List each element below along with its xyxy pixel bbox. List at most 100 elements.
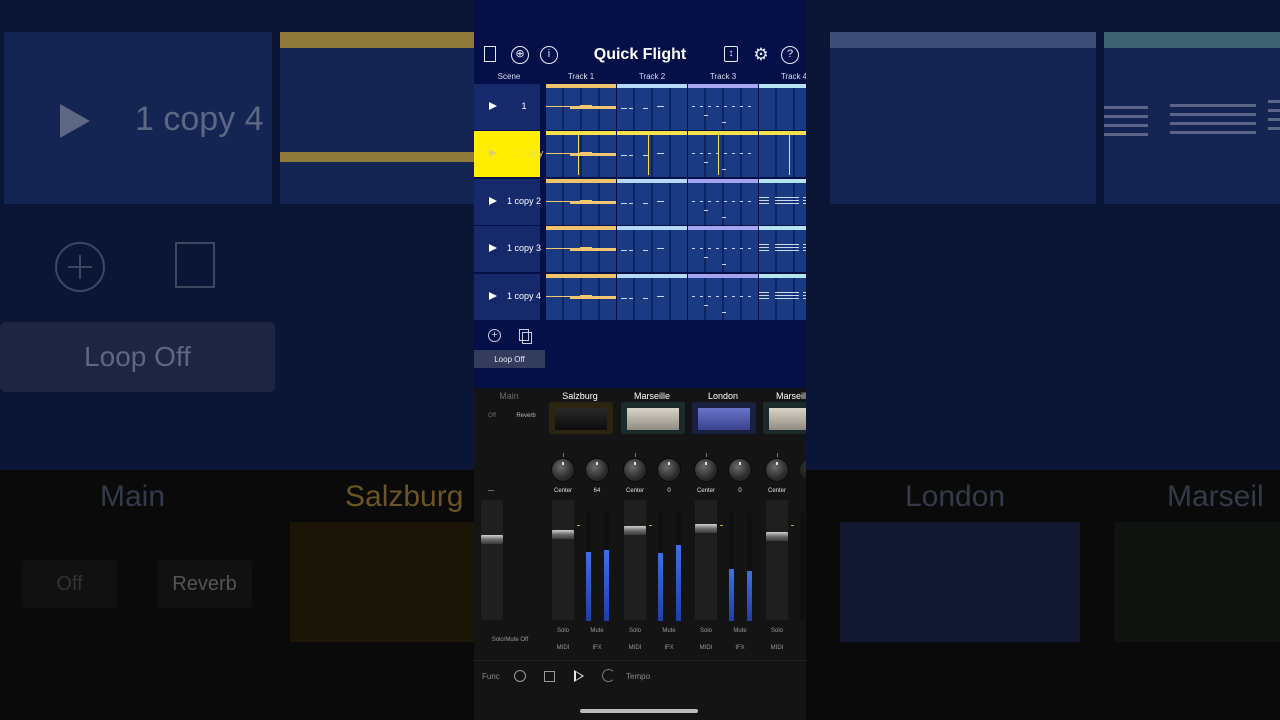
ifx-button[interactable]: IFX [726,645,754,651]
clip-cell[interactable] [759,274,806,320]
channel-name[interactable]: Marseille [759,391,806,401]
fader-track[interactable] [695,500,717,620]
help-icon[interactable]: ? [781,46,799,64]
fader-track[interactable] [552,500,574,620]
clip-cell[interactable] [688,179,758,225]
clip-cell[interactable] [688,131,758,177]
send-knob[interactable] [658,459,680,481]
midi-note [570,153,616,156]
tempo-button[interactable]: Tempo [626,672,650,681]
channel-name-main: Main [499,391,519,401]
column-headers: Scene Track 1 Track 2 Track 3 Track 4 [474,72,806,84]
send-knob[interactable] [729,459,751,481]
record-icon[interactable] [514,670,526,682]
column-header-track[interactable]: Track 3 [688,72,758,81]
fader-knob[interactable] [695,524,717,533]
play-icon[interactable] [489,149,497,157]
clip-cell[interactable] [617,274,687,320]
play-icon[interactable] [489,292,497,300]
midi-button[interactable]: MIDI [621,645,649,651]
fader-track[interactable] [624,500,646,620]
fader-knob[interactable] [624,526,646,536]
clip-cell[interactable] [617,179,687,225]
pan-knob[interactable] [624,459,646,481]
pan-knob[interactable] [695,459,717,481]
instrument-thumbnail[interactable] [763,402,806,434]
clip-grid [688,278,758,320]
solo-button[interactable]: Solo [763,628,791,634]
mute-button[interactable]: Mute [726,628,754,634]
instrument-thumbnail[interactable] [549,402,613,434]
clip-cell[interactable] [546,226,616,272]
send-knob[interactable] [800,459,806,481]
stop-icon[interactable] [544,671,555,682]
clip-cell[interactable] [688,84,758,130]
scene-cell[interactable]: 1 copy [474,131,543,177]
clip-cell[interactable] [617,84,687,130]
clip-cell[interactable] [759,179,806,225]
column-header-track[interactable]: Track 4 [759,72,806,81]
gear-icon[interactable]: ⚙ [752,46,770,64]
func-button[interactable]: Func [482,672,500,681]
scene-cell[interactable]: 1 copy 3 [474,226,541,272]
column-header-track[interactable]: Track 2 [617,72,687,81]
add-scene-icon[interactable]: + [488,329,501,342]
midi-note [643,298,648,299]
midi-button[interactable]: MIDI [692,645,720,651]
bg-stripes [1104,106,1148,142]
main-off-button[interactable]: Off [478,413,506,419]
send-knob[interactable] [586,459,608,481]
clip-cell[interactable] [546,84,616,130]
mute-button[interactable]: Mute [655,628,683,634]
channel-name[interactable]: London [688,391,758,401]
clip-cell[interactable] [617,226,687,272]
channel-name[interactable]: Salzburg [545,391,615,401]
midi-button[interactable]: MIDI [549,645,577,651]
play-icon[interactable] [489,197,497,205]
midi-note [700,296,703,297]
ifx-button[interactable]: IFX [583,645,611,651]
mute-button[interactable]: M [797,628,806,634]
column-header-track[interactable]: Track 1 [546,72,616,81]
clip-cell[interactable] [546,179,616,225]
instrument-thumbnail[interactable] [692,402,756,434]
ifx-button[interactable]: IFX [655,645,683,651]
clip-cell[interactable] [546,131,616,177]
instrument-thumbnail[interactable] [621,402,685,434]
scene-cell[interactable]: 1 copy 4 [474,274,541,320]
pan-knob[interactable] [766,459,788,481]
scene-cell[interactable]: 1 [474,84,540,130]
bg-instrument-image [290,522,474,642]
midi-button[interactable]: MIDI [763,645,791,651]
pan-knob[interactable] [552,459,574,481]
clip-cell[interactable] [546,274,616,320]
main-reverb-button[interactable]: Reverb [512,413,540,419]
play-icon[interactable] [489,244,497,252]
clip-cell[interactable] [617,131,687,177]
duplicate-scene-icon[interactable] [519,329,532,344]
fader-knob[interactable] [766,532,788,542]
solo-button[interactable]: Solo [549,628,577,634]
clip-cell[interactable] [759,131,806,177]
scene-cell[interactable]: 1 copy 2 [474,179,541,225]
clip-cell[interactable] [759,84,806,130]
clip-cell[interactable] [688,226,758,272]
midi-note [546,296,570,297]
solo-button[interactable]: Solo [621,628,649,634]
loop-button[interactable]: Loop Off [474,350,545,368]
main-fader-track[interactable] [481,500,503,620]
fader-track[interactable] [766,500,788,620]
fader-knob[interactable] [552,530,574,539]
mute-button[interactable]: Mute [583,628,611,634]
solo-mute-off-button[interactable]: Solo/Mute Off [480,637,540,643]
clip-cell[interactable] [759,226,806,272]
solo-button[interactable]: Solo [692,628,720,634]
play-icon[interactable] [489,102,497,110]
scene-name: 1 copy 2 [506,196,542,206]
play-icon[interactable] [574,670,584,682]
clip-cell[interactable] [688,274,758,320]
channel-name[interactable]: Marseille [617,391,687,401]
sort-icon[interactable]: ↕ [724,46,738,62]
main-fader-knob[interactable] [481,535,503,544]
loop-icon[interactable] [602,669,615,682]
